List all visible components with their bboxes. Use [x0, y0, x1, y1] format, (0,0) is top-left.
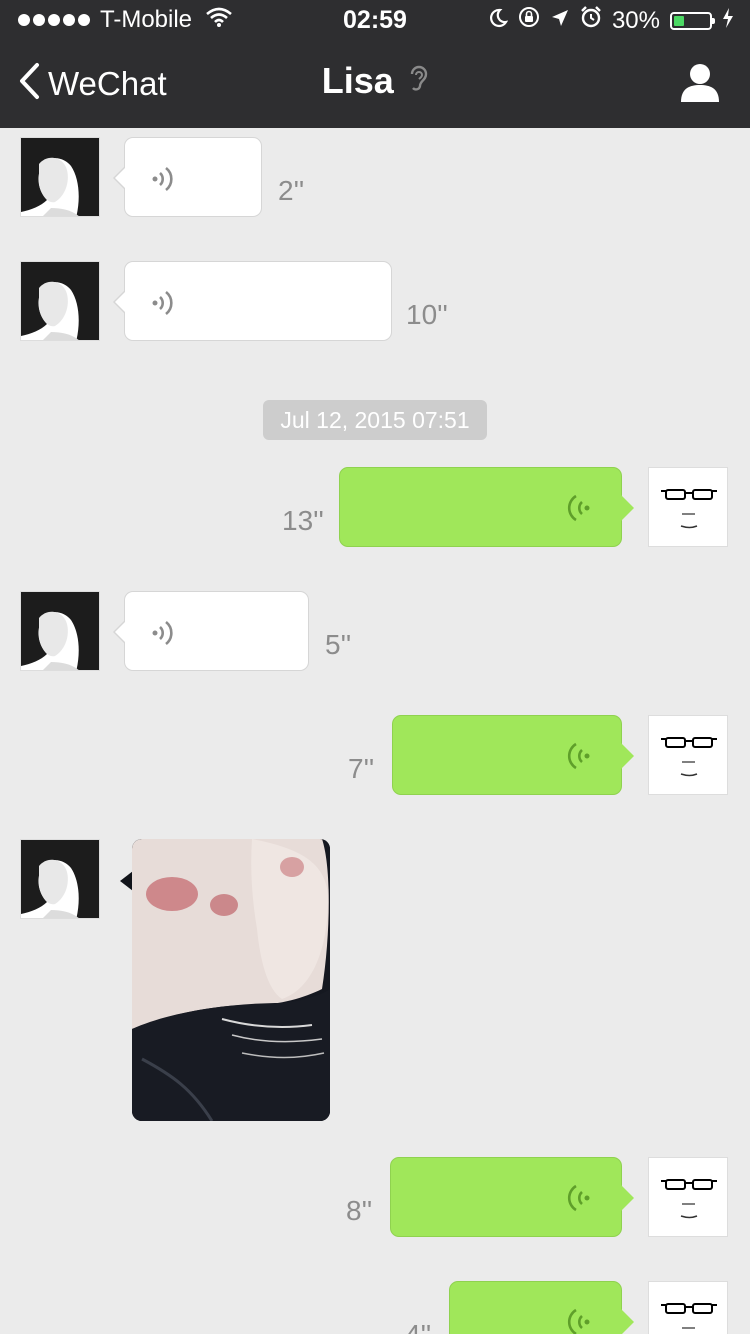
avatar-me[interactable] — [648, 467, 728, 547]
avatar-me[interactable] — [648, 1281, 728, 1334]
voice-bubble[interactable] — [392, 715, 634, 795]
location-arrow-icon — [550, 7, 570, 35]
chat-area[interactable]: 2'' 10'' Jul 12, 2015 07:51 13'' 5'' 7''… — [0, 128, 750, 1334]
avatar-me[interactable] — [648, 715, 728, 795]
voice-wave-icon — [151, 166, 175, 197]
avatar-lisa[interactable] — [20, 839, 100, 919]
status-right: 30% — [488, 6, 734, 35]
voice-bubble[interactable] — [113, 261, 392, 341]
person-icon — [680, 64, 720, 106]
chat-title-wrap: Lisa — [0, 60, 750, 102]
voice-duration: 4'' — [405, 1319, 431, 1334]
navigation-bar: WeChat Lisa — [0, 40, 750, 128]
voice-wave-icon — [151, 620, 175, 651]
voice-wave-icon — [567, 1184, 591, 1217]
photo-image[interactable] — [132, 839, 330, 1121]
chat-info-button[interactable] — [680, 62, 720, 107]
avatar-lisa[interactable] — [20, 261, 100, 341]
voice-wave-icon — [567, 1308, 591, 1334]
voice-bubble[interactable] — [113, 137, 262, 217]
status-bar: T-Mobile 02:59 30% — [0, 0, 750, 40]
timestamp-divider: Jul 12, 2015 07:51 — [263, 400, 487, 440]
voice-duration: 10'' — [406, 299, 448, 330]
voice-bubble[interactable] — [339, 467, 634, 547]
charging-bolt-icon — [722, 7, 734, 35]
top-bar: T-Mobile 02:59 30% WeChat Lisa — [0, 0, 750, 128]
voice-wave-icon — [151, 290, 175, 321]
voice-wave-icon — [567, 742, 591, 775]
voice-duration: 7'' — [348, 753, 375, 784]
avatar-lisa[interactable] — [20, 137, 100, 217]
rotation-lock-icon — [518, 6, 540, 35]
voice-bubble[interactable] — [113, 591, 309, 671]
battery-percent: 30% — [611, 6, 660, 34]
moon-icon — [488, 7, 509, 35]
voice-duration: 5'' — [325, 629, 352, 660]
chat-title: Lisa — [321, 60, 394, 101]
alarm-icon — [580, 6, 602, 35]
voice-duration: 2'' — [278, 175, 305, 206]
earpiece-mode-icon — [408, 64, 428, 99]
voice-bubble[interactable] — [449, 1281, 634, 1334]
battery-icon — [670, 11, 715, 30]
voice-bubble[interactable] — [390, 1157, 634, 1237]
avatar-me[interactable] — [648, 1157, 728, 1237]
voice-wave-icon — [567, 494, 591, 527]
voice-duration: 8'' — [346, 1195, 373, 1226]
voice-duration: 13'' — [282, 505, 324, 536]
avatar-lisa[interactable] — [20, 591, 100, 671]
